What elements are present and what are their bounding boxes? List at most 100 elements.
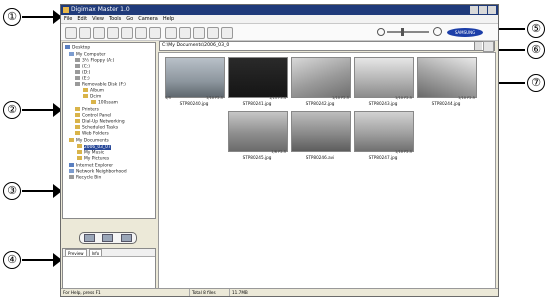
drive-icon [75,70,80,74]
address-dropdown-icon[interactable] [474,42,482,50]
thumbnail-item[interactable]: 1/6 F2.5 STP80245.jpg [228,111,288,160]
floppy-icon [75,58,80,62]
folder-tree: Desktop My Computer 3½ Floppy (A:) (C:) … [62,42,156,219]
thumbnail-filename: STP80240.jpg [179,101,209,106]
computer-icon [69,52,74,56]
tree-floppy[interactable]: 3½ Floppy (A:) [75,58,114,64]
thumbnail-view-icon[interactable] [83,234,95,242]
tree-album[interactable]: Album [83,88,104,94]
minimize-button[interactable] [470,6,478,14]
status-size: 11.7MB [229,289,248,296]
address-bar[interactable]: C:\My Documents\2006_03_0 [159,41,495,52]
tree-drive-d[interactable]: (D:) [75,70,90,76]
tree-dialup[interactable]: Dial-Up Networking [75,119,125,125]
printer-icon [75,107,80,111]
callout-4-arrow [22,253,62,267]
menu-camera[interactable]: Camera [138,15,158,23]
list-view-icon[interactable] [121,234,133,242]
disc-icon[interactable] [179,27,191,39]
menu-help[interactable]: Help [163,15,174,23]
thumbnail-filename: STP80245.jpg [242,155,272,160]
tree-drive-e[interactable]: (E:) [75,76,90,82]
thumbnail-item[interactable]: 1/3 1/10 F2.5 STP80240.jpg [165,57,225,106]
tree-my-computer[interactable]: My Computer [69,52,106,58]
folder-icon [83,88,88,92]
tree-my-pictures[interactable]: My Pictures [77,156,109,162]
copy-icon[interactable] [93,27,105,39]
photo-meta: 1/3 1/10 F2.5 [165,96,223,100]
drive-icon [75,76,80,80]
tree-dcim[interactable]: Dcim [83,94,101,100]
photo-preview [291,57,351,98]
callout-5: ⑤ [527,20,545,38]
menu-edit[interactable]: Edit [77,15,87,23]
tree-internet-explorer[interactable]: Internet Explorer [69,163,113,169]
slideshow-icon[interactable] [193,27,205,39]
redo-icon[interactable] [121,27,133,39]
undo-icon[interactable] [107,27,119,39]
status-total: Total 8 files [189,289,216,296]
network-icon [75,119,80,123]
thumbnail-filename: STP80243.jpg [368,101,398,106]
photo-meta: 1/6 F2.5 [271,150,286,154]
tree-control-panel[interactable]: Control Panel [75,113,111,119]
thumbnail-item[interactable]: 1/15 F3.4 STP80241.jpg [228,57,288,106]
drive-icon [75,64,80,68]
tree-web-folders[interactable]: Web Folders [75,131,109,137]
folder-icon [77,150,82,154]
callout-7: ⑦ [527,74,545,92]
tree-recycle[interactable]: Recycle Bin [69,175,101,181]
info-tabs: Preview Info [63,249,155,257]
thumbnail-item[interactable]: 1/10 F2.5 STP80242.jpg [291,57,351,106]
list-icon[interactable] [207,27,219,39]
menu-go[interactable]: Go [126,15,133,23]
menu-tools[interactable]: Tools [109,15,121,23]
thumbnail-item[interactable]: STP80246.avi [291,111,351,160]
tree-dcim-sub[interactable]: 100ssam [91,100,118,106]
import-icon[interactable] [65,27,77,39]
tab-info[interactable]: Info [88,249,103,256]
home-icon[interactable] [221,27,233,39]
detail-view-icon[interactable] [102,234,114,242]
photo-meta: 1/10 F2.5 [332,96,349,100]
tree-desktop[interactable]: Desktop [65,45,90,51]
delete-icon[interactable] [135,27,147,39]
zoom-slider-thumb[interactable] [401,28,404,36]
tasks-icon [75,125,80,129]
photo-meta: 1/10 F2.5 [458,96,475,100]
callout-4: ④ [3,251,21,269]
thumbnail-item[interactable]: 1/10 F2.5 STP80247.jpg [354,111,414,160]
tab-preview[interactable]: Preview [65,249,87,256]
photo-preview [228,111,288,152]
thumbnail-filename: STP80247.jpg [368,155,398,160]
tree-scheduled[interactable]: Scheduled Tasks [75,125,118,131]
tree-my-music[interactable]: My Music [77,150,104,156]
thumbnail-item[interactable]: 1/10 F2.5 STP80243.jpg [354,57,414,106]
maximize-button[interactable] [479,6,487,14]
tree-printers[interactable]: Printers [75,107,99,113]
menu-view[interactable]: View [92,15,104,23]
properties-icon[interactable] [149,27,161,39]
zoom-slider[interactable] [387,28,429,36]
zoom-in-icon[interactable] [433,27,442,36]
thumbnail-item[interactable]: 1/10 F2.5 STP80244.jpg [417,57,477,106]
tree-drive-c[interactable]: (C:) [75,64,90,70]
photo-preview [291,111,351,152]
close-button[interactable] [488,6,496,14]
edit-icon[interactable] [165,27,177,39]
callout-3-arrow [22,184,62,198]
samsung-logo: SAMSUNG [447,28,483,37]
menu-file[interactable]: File [64,15,72,23]
zoom-out-icon[interactable] [377,28,385,36]
scissors-icon[interactable] [79,27,91,39]
tree-doc-folder[interactable]: 2006_03_07 [77,144,111,150]
folder-up-icon[interactable] [483,41,494,52]
tree-my-documents[interactable]: My Documents [69,138,109,144]
photo-preview [354,57,414,98]
tree-removable[interactable]: Removable Disk (F:) [75,82,126,88]
removable-disk-icon [75,82,80,86]
photo-meta: 1/15 F3.4 [269,96,286,100]
app-icon [63,7,69,13]
tree-network[interactable]: Network Neighborhood [69,169,127,175]
browser-icon [69,163,74,167]
